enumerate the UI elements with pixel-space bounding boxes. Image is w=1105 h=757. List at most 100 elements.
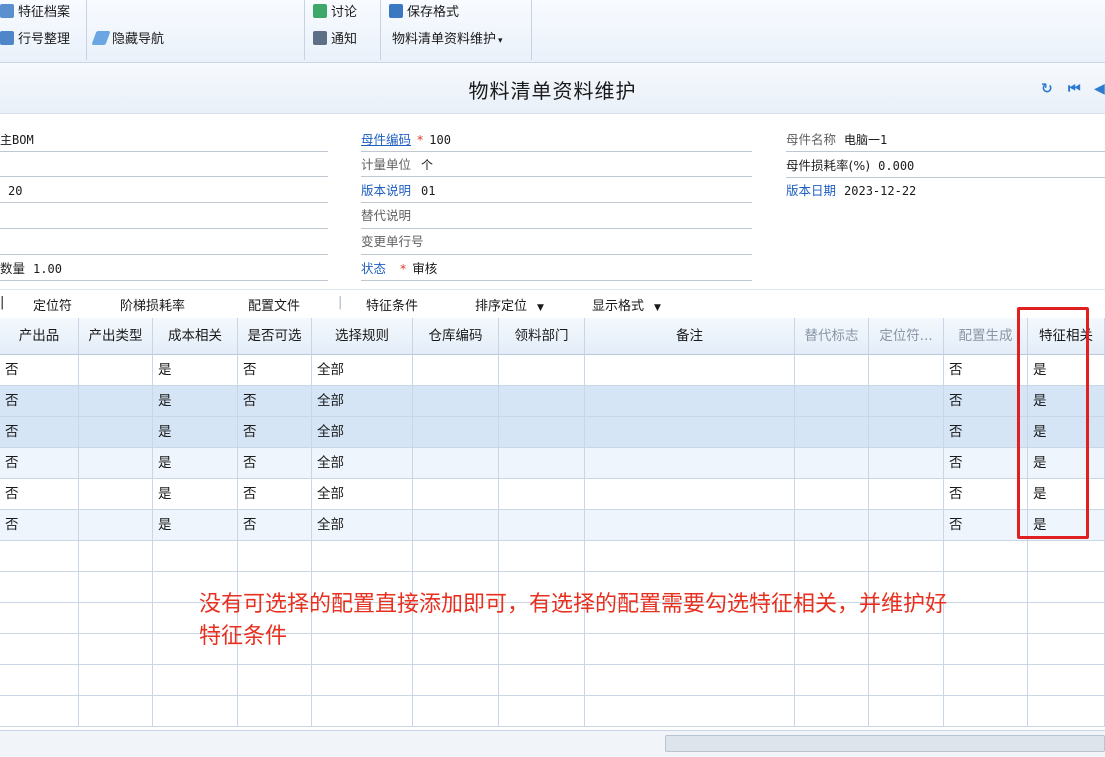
table-cell[interactable] — [869, 665, 944, 695]
empty-row[interactable] — [0, 696, 1105, 727]
table-cell[interactable]: 否 — [0, 355, 79, 385]
table-cell[interactable] — [79, 417, 153, 447]
sort-locate-button[interactable]: 排序定位 ▼ — [475, 295, 544, 314]
table-cell[interactable] — [79, 572, 153, 602]
table-row[interactable]: 否是否全部否是 — [0, 386, 1105, 417]
table-cell[interactable] — [499, 665, 585, 695]
toolbar-format-dropdown[interactable]: 物料清单资料维护 ▾ — [392, 29, 503, 51]
table-cell[interactable] — [1028, 665, 1105, 695]
table-cell[interactable] — [413, 386, 499, 416]
table-cell[interactable] — [0, 665, 79, 695]
table-cell[interactable] — [795, 355, 869, 385]
table-cell[interactable]: 否 — [944, 479, 1028, 509]
table-cell[interactable]: 否 — [944, 386, 1028, 416]
horizontal-scrollbar[interactable] — [0, 730, 1105, 757]
table-cell[interactable] — [585, 417, 795, 447]
toolbar-hide-nav-button[interactable]: 隐藏导航 — [91, 29, 164, 51]
table-cell[interactable] — [869, 417, 944, 447]
table-cell[interactable]: 全部 — [312, 355, 413, 385]
col-header[interactable]: 领料部门 — [499, 318, 585, 355]
table-cell[interactable] — [0, 634, 79, 664]
table-cell[interactable] — [499, 479, 585, 509]
table-cell[interactable]: 全部 — [312, 386, 413, 416]
table-cell[interactable] — [79, 479, 153, 509]
bom-type-field[interactable]: 主BOM — [0, 129, 34, 151]
table-cell[interactable] — [0, 696, 79, 726]
loss-rate-field[interactable]: 母件损耗率(%) 0.000 — [786, 155, 914, 177]
version-desc-field[interactable]: 版本说明 01 — [361, 180, 435, 202]
empty-row[interactable] — [0, 541, 1105, 572]
parent-code-field[interactable]: 母件编码 * 100 — [361, 129, 451, 151]
unit-field[interactable]: 计量单位个 — [361, 154, 433, 176]
table-cell[interactable] — [499, 510, 585, 540]
table-cell[interactable] — [79, 603, 153, 633]
table-cell[interactable] — [585, 479, 795, 509]
table-cell[interactable] — [869, 696, 944, 726]
table-cell[interactable] — [0, 603, 79, 633]
table-cell[interactable] — [79, 355, 153, 385]
step-loss-rate-button[interactable]: 阶梯损耗率 — [120, 295, 185, 314]
display-format-button[interactable]: 显示格式 ▼ — [592, 295, 661, 314]
table-cell[interactable] — [944, 541, 1028, 571]
table-cell[interactable] — [499, 448, 585, 478]
table-cell[interactable] — [153, 541, 238, 571]
table-cell[interactable]: 否 — [944, 448, 1028, 478]
table-cell[interactable]: 否 — [0, 386, 79, 416]
table-cell[interactable] — [585, 665, 795, 695]
table-cell[interactable]: 是 — [153, 355, 238, 385]
toolbar-discuss-button[interactable]: 讨论 — [313, 2, 357, 24]
table-row[interactable]: 否是否全部否是 — [0, 479, 1105, 510]
seq-field[interactable]: 20 — [0, 180, 22, 202]
table-cell[interactable]: 否 — [0, 510, 79, 540]
table-cell[interactable]: 全部 — [312, 479, 413, 509]
refresh-icon[interactable]: ↻ — [1041, 81, 1053, 97]
table-cell[interactable] — [585, 448, 795, 478]
table-cell[interactable] — [795, 479, 869, 509]
table-cell[interactable] — [869, 510, 944, 540]
table-cell[interactable] — [869, 479, 944, 509]
table-cell[interactable] — [795, 696, 869, 726]
table-cell[interactable]: 否 — [238, 417, 312, 447]
toolbar-row-reorder-button[interactable]: 行号整理 — [0, 29, 70, 51]
table-cell[interactable]: 全部 — [312, 510, 413, 540]
table-cell[interactable] — [79, 510, 153, 540]
quantity-field[interactable]: 数量 1.00 — [0, 258, 62, 280]
table-cell[interactable] — [79, 386, 153, 416]
table-row[interactable]: 否是否全部否是 — [0, 355, 1105, 386]
table-cell[interactable] — [0, 541, 79, 571]
table-cell[interactable] — [795, 510, 869, 540]
table-cell[interactable] — [413, 510, 499, 540]
table-cell[interactable] — [585, 696, 795, 726]
col-header[interactable]: 是否可选 — [238, 318, 312, 355]
table-cell[interactable] — [413, 417, 499, 447]
table-cell[interactable] — [0, 572, 79, 602]
table-cell[interactable]: 是 — [153, 386, 238, 416]
table-row[interactable]: 否是否全部否是 — [0, 417, 1105, 448]
table-cell[interactable] — [869, 541, 944, 571]
table-cell[interactable] — [413, 479, 499, 509]
table-cell[interactable] — [944, 665, 1028, 695]
table-cell[interactable] — [795, 417, 869, 447]
table-cell[interactable]: 全部 — [312, 448, 413, 478]
version-date-field[interactable]: 版本日期 2023-12-22 — [786, 180, 916, 202]
col-header[interactable]: 产出类型 — [79, 318, 153, 355]
table-cell[interactable] — [869, 386, 944, 416]
table-cell[interactable] — [238, 696, 312, 726]
table-cell[interactable] — [413, 665, 499, 695]
table-cell[interactable] — [795, 448, 869, 478]
table-cell[interactable]: 否 — [238, 510, 312, 540]
table-cell[interactable] — [499, 541, 585, 571]
col-header[interactable]: 成本相关 — [153, 318, 238, 355]
prev-record-icon[interactable]: ◀ — [1094, 81, 1105, 97]
table-cell[interactable] — [312, 696, 413, 726]
toolbar-notify-button[interactable]: 通知 — [313, 29, 357, 51]
table-row[interactable]: 否是否全部否是 — [0, 510, 1105, 541]
first-record-icon[interactable]: ⏮ — [1068, 81, 1081, 97]
table-cell[interactable]: 否 — [238, 479, 312, 509]
table-cell[interactable]: 是 — [153, 417, 238, 447]
table-cell[interactable]: 否 — [0, 479, 79, 509]
table-row[interactable]: 否是否全部否是 — [0, 448, 1105, 479]
table-cell[interactable] — [869, 448, 944, 478]
col-header[interactable]: 配置生成 — [944, 318, 1028, 355]
table-cell[interactable]: 否 — [0, 417, 79, 447]
